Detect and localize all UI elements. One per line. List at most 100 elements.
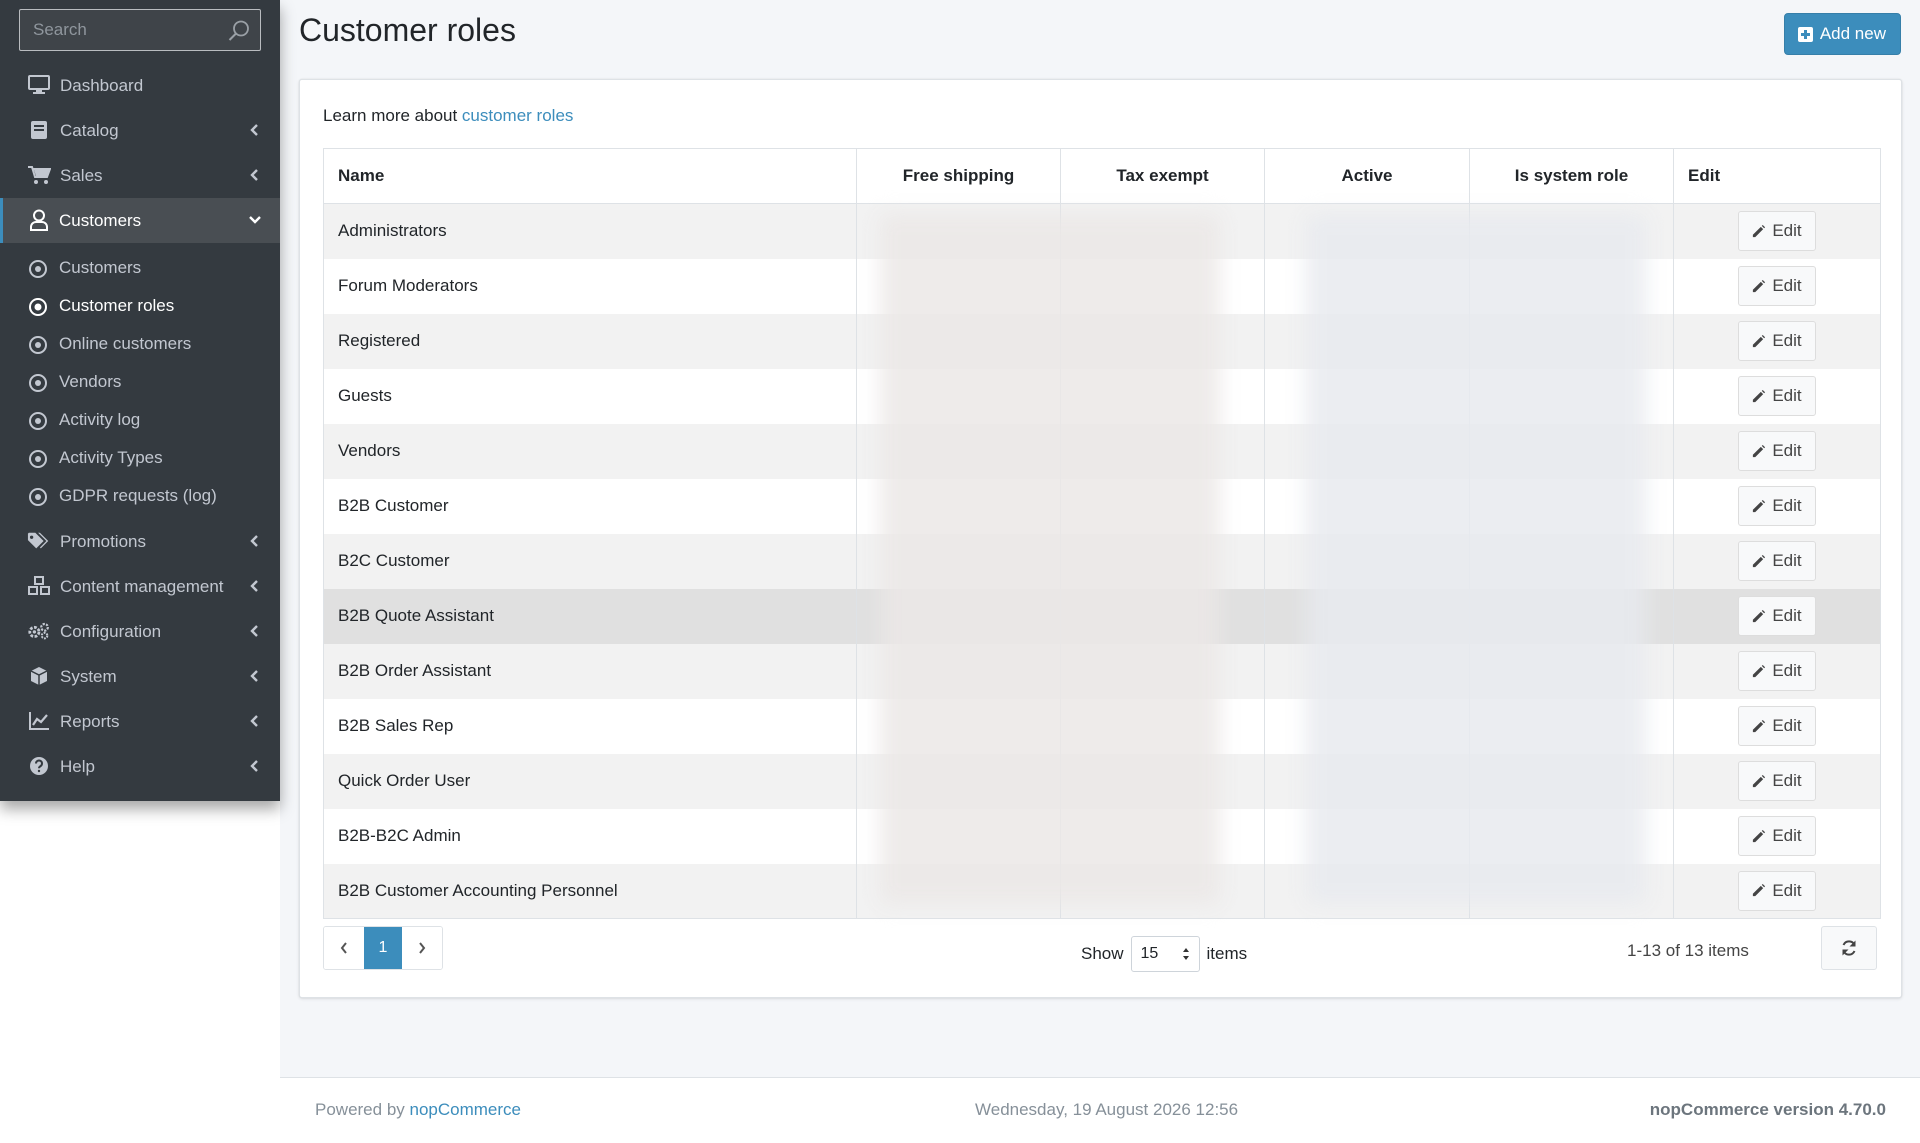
- edit-button[interactable]: Edit: [1738, 266, 1816, 306]
- edit-button[interactable]: Edit: [1738, 870, 1816, 911]
- pencil-icon: [1753, 609, 1766, 622]
- chevron-left-icon: [250, 124, 258, 136]
- boolean-cell: [1264, 203, 1470, 259]
- prev-page-button[interactable]: [324, 927, 364, 969]
- add-new-button[interactable]: Add new: [1783, 13, 1901, 55]
- column-header-is-system-role[interactable]: Is system role: [1469, 148, 1674, 204]
- edit-label: Edit: [1772, 551, 1802, 570]
- server-datetime: Wednesday, 19 August 2026 12:56: [975, 1100, 1239, 1119]
- table-row[interactable]: B2B Sales Rep Edit: [323, 698, 1881, 754]
- chevron-down-icon: [249, 216, 261, 224]
- edit-button[interactable]: Edit: [1738, 486, 1816, 526]
- sidebar-item-help[interactable]: Help: [0, 744, 280, 789]
- table-row[interactable]: Quick Order User Edit: [323, 753, 1881, 809]
- sidebar-subitem-online-customers[interactable]: Online customers: [0, 325, 280, 363]
- page-size-select[interactable]: 15: [1130, 936, 1200, 972]
- sidebar-item-content-management[interactable]: Content management: [0, 564, 280, 609]
- edit-label: Edit: [1772, 826, 1802, 845]
- sidebar-item-customers[interactable]: Customers: [0, 198, 280, 243]
- boolean-cell: [1469, 533, 1674, 589]
- sidebar-subitem-customers[interactable]: Customers: [0, 249, 280, 287]
- role-name-cell: B2B Customer: [323, 478, 857, 534]
- show-label: Show: [1081, 944, 1124, 963]
- next-page-button[interactable]: [402, 927, 442, 969]
- edit-button[interactable]: Edit: [1738, 211, 1816, 252]
- table-row[interactable]: B2B-B2C Admin Edit: [323, 808, 1881, 864]
- role-name-cell: B2B Customer Accounting Personnel: [323, 863, 857, 919]
- edit-cell: Edit: [1673, 533, 1881, 589]
- table-row[interactable]: B2B Quote Assistant Edit: [323, 588, 1881, 644]
- edit-label: Edit: [1772, 221, 1802, 241]
- sidebar-item-promotions[interactable]: Promotions: [0, 519, 280, 564]
- customer-roles-link[interactable]: customer roles: [462, 106, 573, 125]
- edit-cell: Edit: [1673, 313, 1881, 369]
- column-header-active[interactable]: Active: [1264, 148, 1470, 204]
- page-1-button[interactable]: 1: [364, 927, 402, 969]
- edit-button[interactable]: Edit: [1738, 651, 1816, 691]
- cubes-icon: [27, 575, 51, 597]
- column-header-name[interactable]: Name: [323, 148, 857, 204]
- role-name-cell: B2C Customer: [323, 533, 857, 589]
- column-header-tax-exempt[interactable]: Tax exempt: [1060, 148, 1265, 204]
- boolean-cell: [1469, 588, 1674, 644]
- sidebar-subitem-customer-roles[interactable]: Customer roles: [0, 287, 280, 325]
- sort-arrows-icon: [1182, 948, 1189, 960]
- nopcommerce-link[interactable]: nopCommerce: [410, 1100, 522, 1119]
- boolean-cell: [1060, 258, 1265, 314]
- boolean-cell: [1469, 313, 1674, 369]
- sidebar-item-label: Catalog: [60, 120, 119, 140]
- sidebar-item-dashboard[interactable]: Dashboard: [0, 63, 280, 108]
- table-row[interactable]: Registered Edit: [323, 313, 1881, 369]
- sidebar-item-label: Configuration: [60, 621, 162, 641]
- search-box: [19, 9, 261, 51]
- gears-icon: [27, 620, 51, 642]
- edit-button[interactable]: Edit: [1738, 706, 1816, 746]
- table-row[interactable]: Vendors Edit: [323, 423, 1881, 479]
- sidebar-subitem-label: Activity log: [59, 410, 141, 429]
- boolean-cell: [1264, 808, 1470, 864]
- table-row[interactable]: B2B Customer Edit: [323, 478, 1881, 534]
- boolean-cell: [1264, 753, 1470, 809]
- search-input[interactable]: [20, 10, 220, 50]
- table-row[interactable]: Administrators Edit: [323, 203, 1881, 259]
- chevron-left-icon: [250, 535, 258, 547]
- sidebar-item-sales[interactable]: Sales: [0, 153, 280, 198]
- edit-button[interactable]: Edit: [1738, 761, 1816, 801]
- sidebar-item-catalog[interactable]: Catalog: [0, 108, 280, 153]
- edit-button[interactable]: Edit: [1738, 321, 1816, 361]
- sidebar-item-system[interactable]: System: [0, 654, 280, 699]
- table-row[interactable]: B2C Customer Edit: [323, 533, 1881, 589]
- boolean-cell: [1264, 588, 1470, 644]
- boolean-cell: [1060, 698, 1265, 754]
- edit-label: Edit: [1772, 880, 1802, 900]
- boolean-cell: [1469, 698, 1674, 754]
- refresh-button[interactable]: [1821, 926, 1877, 970]
- circle-dot-icon: [29, 374, 47, 392]
- edit-button[interactable]: Edit: [1738, 541, 1816, 581]
- search-icon[interactable]: [227, 19, 251, 43]
- pencil-icon: [1753, 499, 1766, 512]
- edit-button[interactable]: Edit: [1738, 816, 1816, 856]
- sidebar-subitem-activity-types[interactable]: Activity Types: [0, 439, 280, 477]
- circle-dot-icon: [29, 450, 47, 468]
- edit-button[interactable]: Edit: [1738, 596, 1816, 636]
- sidebar-subitem-gdpr-requests[interactable]: GDPR requests (log): [0, 477, 280, 515]
- table-row[interactable]: B2B Order Assistant Edit: [323, 643, 1881, 699]
- column-header-free-shipping[interactable]: Free shipping: [856, 148, 1061, 204]
- chevron-right-icon: [419, 942, 426, 954]
- sidebar-subitem-activity-log[interactable]: Activity log: [0, 401, 280, 439]
- edit-cell: Edit: [1673, 203, 1881, 259]
- boolean-cell: [856, 588, 1061, 644]
- sidebar-item-label: Customers: [59, 210, 142, 230]
- book-icon: [27, 119, 51, 141]
- edit-button[interactable]: Edit: [1738, 431, 1816, 471]
- boolean-cell: [856, 423, 1061, 479]
- sidebar-subitem-vendors[interactable]: Vendors: [0, 363, 280, 401]
- table-row[interactable]: Forum Moderators Edit: [323, 258, 1881, 314]
- table-row[interactable]: Guests Edit: [323, 368, 1881, 424]
- sidebar-item-configuration[interactable]: Configuration: [0, 609, 280, 654]
- table-row[interactable]: B2B Customer Accounting Personnel Edit: [323, 863, 1881, 919]
- edit-button[interactable]: Edit: [1738, 376, 1816, 416]
- sidebar-item-reports[interactable]: Reports: [0, 699, 280, 744]
- pencil-icon: [1753, 224, 1766, 237]
